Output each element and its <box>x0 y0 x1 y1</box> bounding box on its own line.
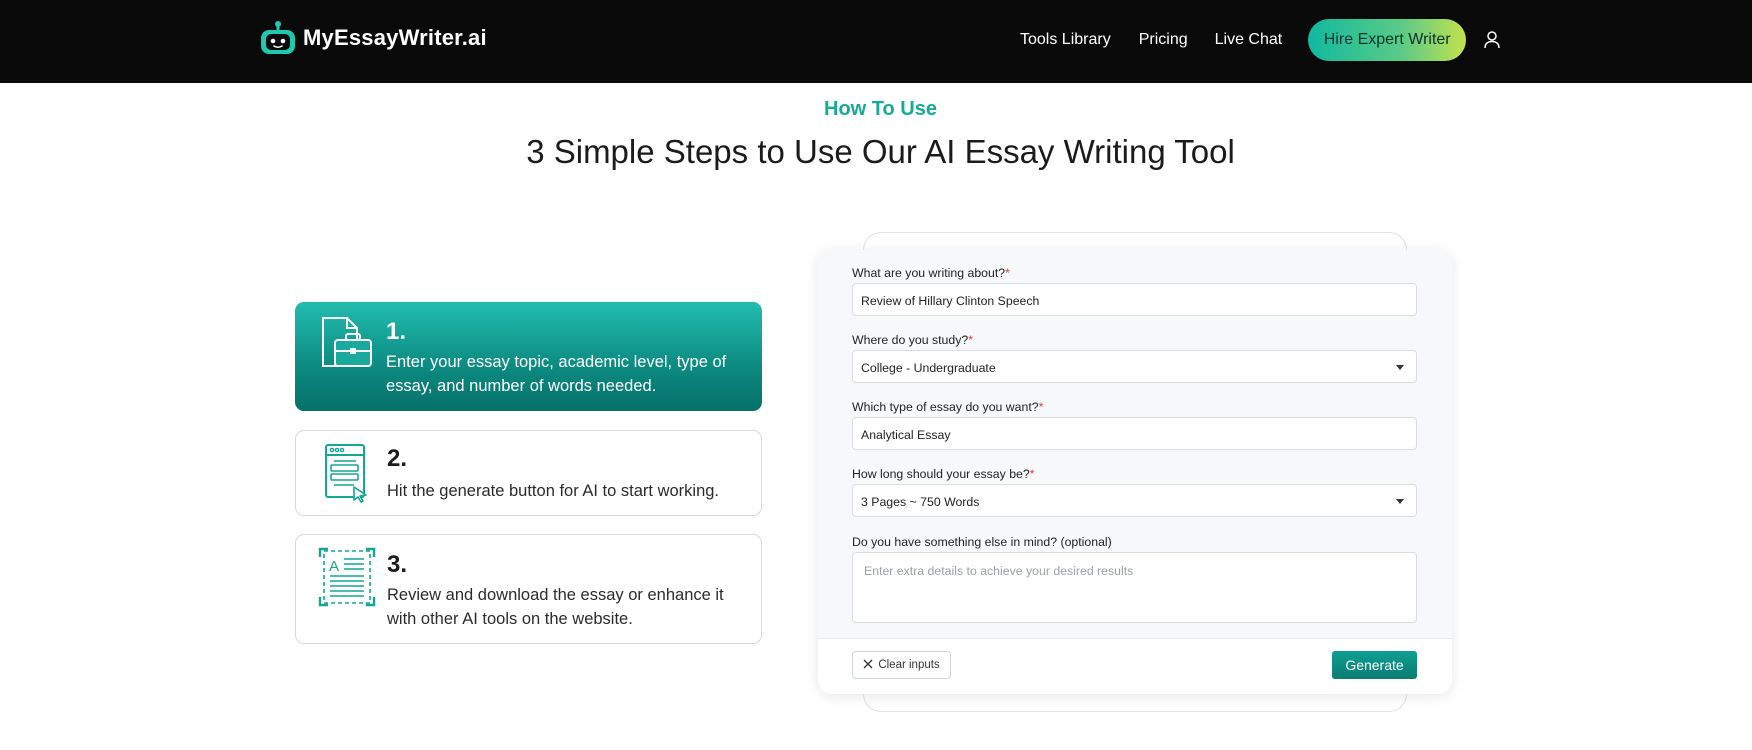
nav-tools-library[interactable]: Tools Library <box>1020 31 1111 49</box>
step-number: 1. <box>386 318 407 345</box>
essay-type-label: Which type of essay do you want?* <box>852 400 1043 414</box>
ai-document-icon: A <box>318 547 376 607</box>
form-footer: Clear inputs Generate <box>818 638 1452 694</box>
document-click-icon <box>318 443 376 503</box>
step-text: Hit the generate button for AI to start … <box>387 482 720 500</box>
required-marker: * <box>1005 266 1010 280</box>
level-label: Where do you study?* <box>852 333 973 347</box>
main-nav: Tools Library Pricing Live Chat Hire Exp… <box>1020 19 1502 61</box>
essay-type-input[interactable]: Analytical Essay <box>852 417 1417 450</box>
document-briefcase-icon <box>317 314 375 374</box>
required-marker: * <box>968 333 973 347</box>
length-label-text: How long should your essay be? <box>852 467 1030 481</box>
essay-generator-form: What are you writing about?* Review of H… <box>818 250 1452 694</box>
essay-length-value: 3 Pages ~ 750 Words <box>861 495 980 509</box>
extra-details-textarea[interactable]: Enter extra details to achieve your desi… <box>852 552 1417 623</box>
section-eyebrow: How To Use <box>824 98 937 120</box>
academic-level-value: College - Undergraduate <box>861 361 996 375</box>
essay-length-select[interactable]: 3 Pages ~ 750 Words <box>852 484 1417 517</box>
essay-type-value: Analytical Essay <box>861 428 951 442</box>
step-text: Enter your essay topic, academic level, … <box>386 353 727 395</box>
topic-input[interactable]: Review of Hillary Clinton Speech <box>852 283 1417 316</box>
brand-name: MyEssayWriter.ai <box>303 25 487 50</box>
step-card-2[interactable]: 2. Hit the generate button for AI to sta… <box>295 430 762 516</box>
close-icon <box>863 659 873 672</box>
step-card-1[interactable]: 1. Enter your essay topic, academic leve… <box>295 302 762 411</box>
length-label: How long should your essay be?* <box>852 467 1035 481</box>
step-text: Review and download the essay or enhance… <box>387 586 724 628</box>
step-number: 3. <box>387 551 408 578</box>
generate-button[interactable]: Generate <box>1332 651 1417 679</box>
chevron-down-icon <box>1396 365 1404 370</box>
topic-label: What are you writing about?* <box>852 266 1010 280</box>
step-card-3[interactable]: A 3. Review and download the essay or en… <box>295 534 762 644</box>
chevron-down-icon <box>1396 499 1404 504</box>
svg-text:A: A <box>329 558 339 575</box>
academic-level-select[interactable]: College - Undergraduate <box>852 350 1417 383</box>
section-title: 3 Simple Steps to Use Our AI Essay Writi… <box>526 133 1235 170</box>
nav-live-chat[interactable]: Live Chat <box>1215 31 1283 49</box>
robot-logo-icon <box>259 20 297 56</box>
required-marker: * <box>1029 467 1035 481</box>
user-icon[interactable] <box>1482 30 1502 50</box>
essay-type-label-text: Which type of essay do you want? <box>852 400 1039 414</box>
level-label-text: Where do you study? <box>852 333 969 347</box>
nav-pricing[interactable]: Pricing <box>1139 31 1188 49</box>
hire-expert-writer-button[interactable]: Hire Expert Writer <box>1308 19 1467 61</box>
step-number: 2. <box>387 445 408 472</box>
required-marker: * <box>1038 400 1044 414</box>
clear-inputs-label: Clear inputs <box>878 659 940 671</box>
extra-details-placeholder: Enter extra details to achieve your desi… <box>864 564 1134 578</box>
topic-label-text: What are you writing about? <box>852 266 1006 280</box>
clear-inputs-button[interactable]: Clear inputs <box>852 651 951 679</box>
topic-input-value: Review of Hillary Clinton Speech <box>861 294 1040 308</box>
top-navigation-bar: MyEssayWriter.ai Tools Library Pricing L… <box>0 0 1752 83</box>
extra-details-label: Do you have something else in mind? (opt… <box>852 535 1112 549</box>
brand-logo[interactable]: MyEssayWriter.ai <box>259 20 487 56</box>
